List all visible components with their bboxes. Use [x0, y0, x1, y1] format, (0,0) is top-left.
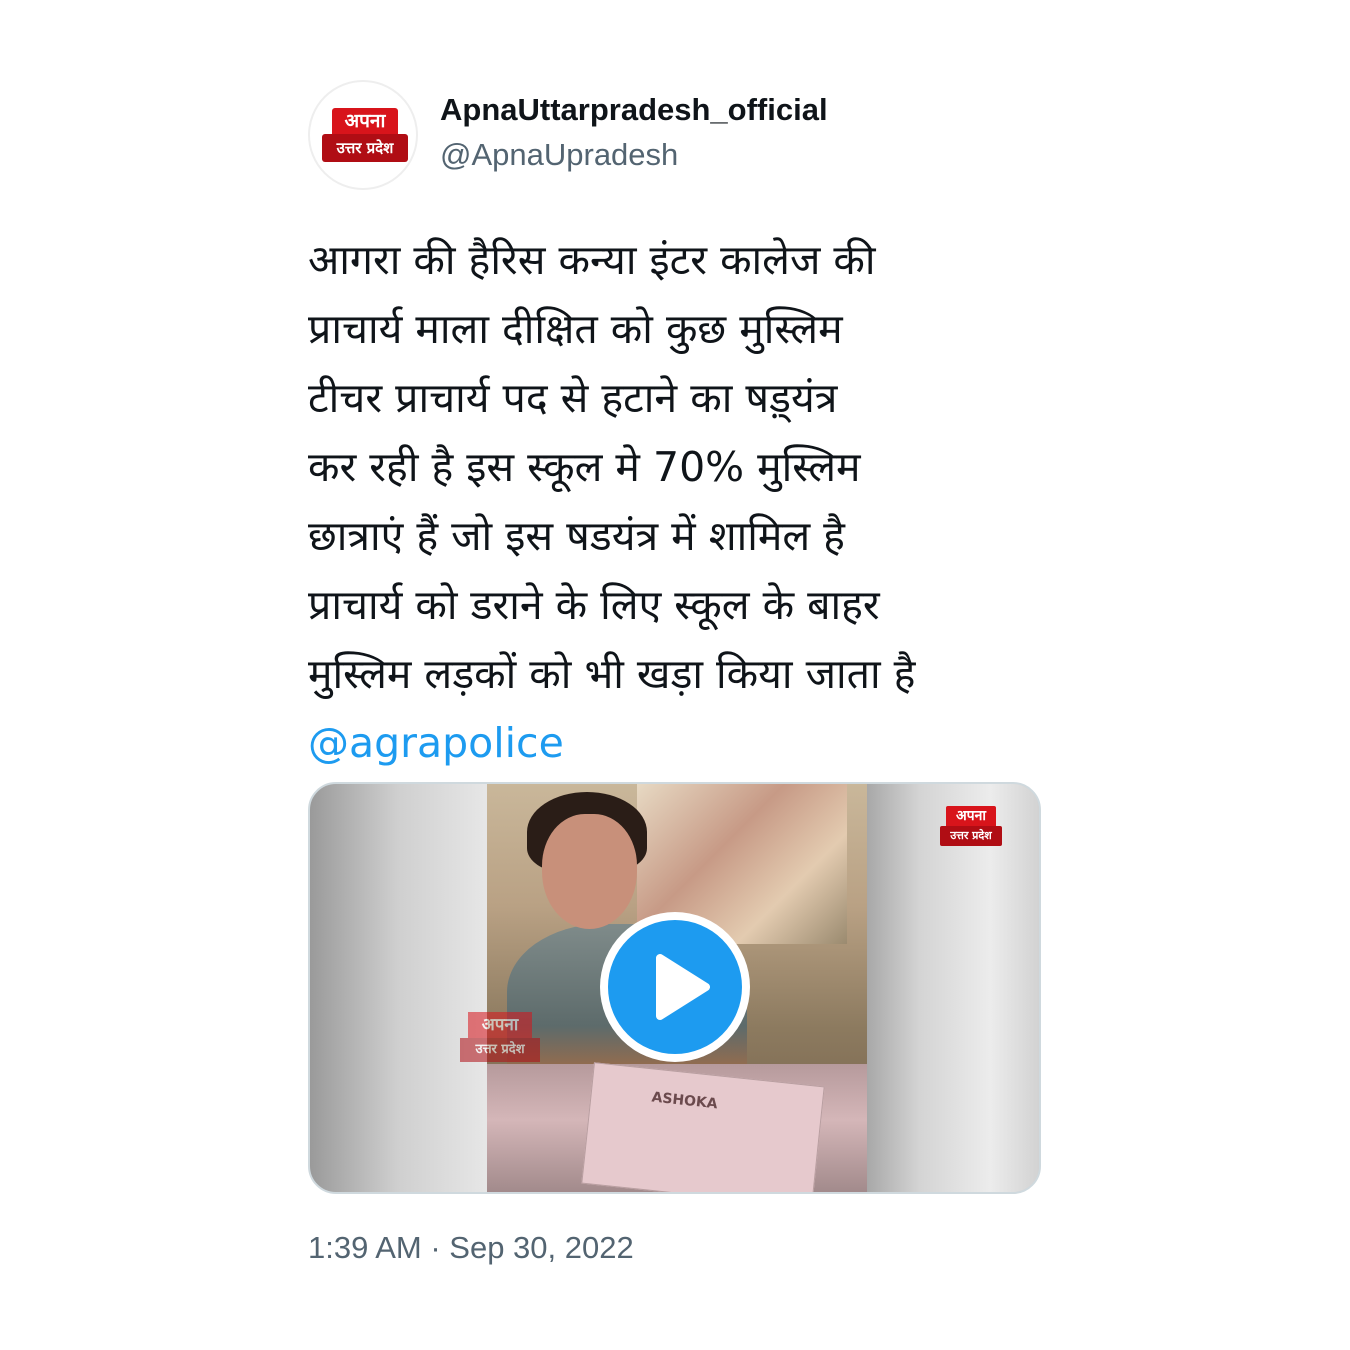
- watermark-bottom: उत्तर प्रदेश: [460, 1038, 540, 1062]
- mention-link[interactable]: @agrapolice: [308, 709, 1028, 778]
- register-file: ASHOKA: [581, 1062, 825, 1192]
- display-name[interactable]: ApnaUttarpradesh_official: [440, 92, 828, 128]
- user-handle[interactable]: @ApnaUpradesh: [440, 137, 678, 173]
- tweet-timestamp[interactable]: 1:39 AM · Sep 30, 2022: [308, 1230, 634, 1266]
- play-button[interactable]: [600, 912, 750, 1062]
- watermark-logo: अपना उत्तर प्रदेश: [460, 1012, 540, 1064]
- tweet-line: कर रही है इस स्कूल मे 70% मुस्लिम: [308, 443, 861, 491]
- corner-logo-bottom: उत्तर प्रदेश: [940, 826, 1002, 846]
- tweet-line: प्राचार्य को डराने के लिए स्कूल के बाहर: [308, 581, 880, 629]
- tweet-text: आगरा की हैरिस कन्या इंटर कालेज की प्राचा…: [308, 226, 1028, 778]
- file-label: ASHOKA: [650, 1089, 719, 1113]
- play-icon: [608, 920, 742, 1054]
- avatar[interactable]: अपना उत्तर प्रदेश: [308, 80, 418, 190]
- tweet-line: छात्राएं हैं जो इस षडयंत्र में शामिल है: [308, 512, 845, 560]
- person-face: [542, 814, 637, 929]
- logo-bottom-text: उत्तर प्रदेश: [322, 134, 408, 162]
- logo-top-text: अपना: [332, 108, 398, 134]
- tweet-line: मुस्लिम लड़कों को भी खड़ा किया जाता है: [308, 650, 916, 698]
- tweet-line: आगरा की हैरिस कन्या इंटर कालेज की: [308, 236, 876, 284]
- watermark-top: अपना: [468, 1012, 532, 1038]
- corner-logo-top: अपना: [946, 806, 996, 826]
- apna-up-logo: अपना उत्तर प्रदेश: [322, 108, 408, 166]
- video-thumbnail[interactable]: ASHOKA अपना उत्तर प्रदेश अपना उत्तर प्रद…: [308, 782, 1041, 1194]
- corner-logo: अपना उत्तर प्रदेश: [940, 806, 1002, 846]
- tweet-line: टीचर प्राचार्य पद से हटाने का षड़्यंत्र: [308, 374, 838, 422]
- tweet-line: प्राचार्य माला दीक्षित को कुछ मुस्लिम: [308, 305, 843, 353]
